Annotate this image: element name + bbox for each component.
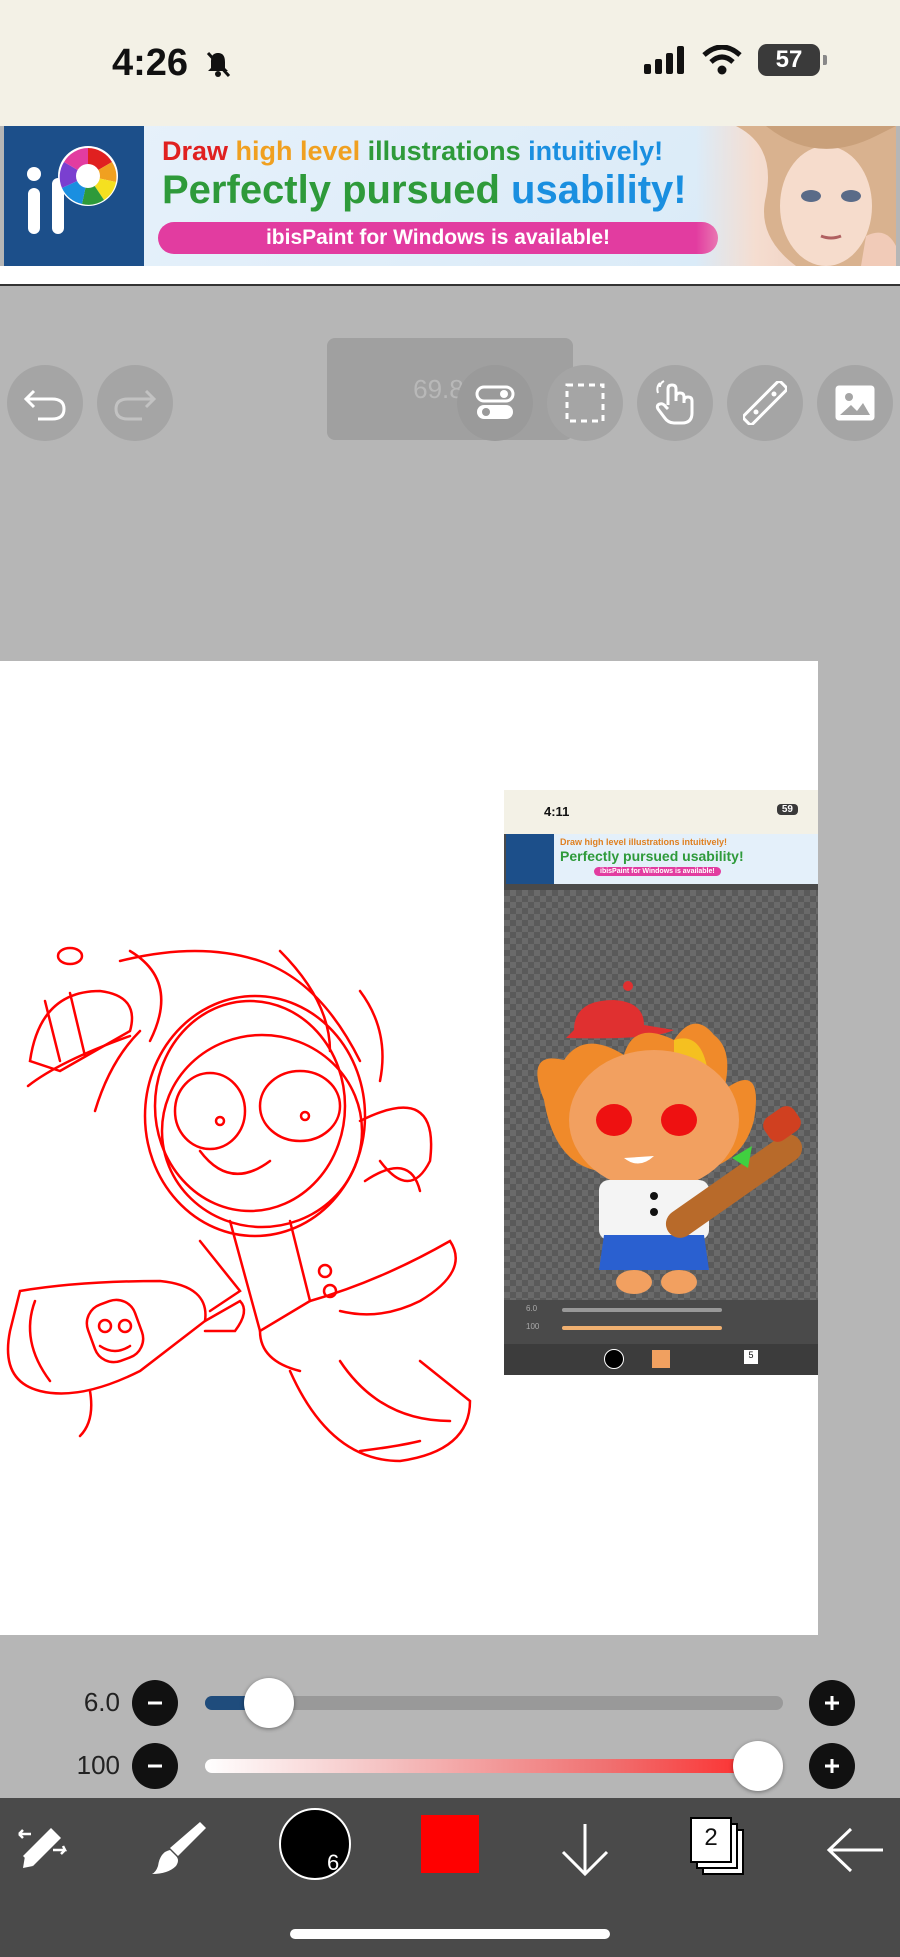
ibispaint-logo-icon — [27, 146, 118, 234]
image-button[interactable] — [817, 365, 893, 441]
ref-status-bar: 4:11 59 — [504, 790, 818, 834]
wifi-icon — [702, 45, 742, 75]
brush-size-increase-button[interactable] — [809, 1680, 855, 1726]
brush-size-knob[interactable] — [243, 1678, 294, 1728]
zoom-indicator: 69.8% — [327, 338, 573, 440]
hand-icon — [655, 380, 694, 425]
opacity-increase-button[interactable] — [809, 1743, 855, 1789]
redo-icon — [114, 389, 157, 421]
reference-image[interactable]: 4:11 59 Draw high level illustrations in… — [504, 790, 818, 1375]
ref-color-swatch — [652, 1350, 670, 1368]
brush-size-value: 6.0 — [83, 1687, 120, 1717]
ref-slider1-track — [562, 1308, 722, 1312]
banner-divider — [0, 284, 900, 286]
opacity-knob[interactable] — [733, 1741, 783, 1791]
transform-icon[interactable] — [13, 1816, 75, 1878]
silent-bell-icon — [206, 51, 230, 78]
ref-ad-line3: ibisPaint for Windows is available! — [594, 867, 721, 876]
image-icon — [835, 385, 875, 421]
plus-icon — [825, 1696, 839, 1710]
ref-layer-count: 5 — [744, 1350, 758, 1364]
layer-count: 2 — [704, 1824, 718, 1851]
toggle-button[interactable] — [457, 365, 533, 441]
brush-icon[interactable] — [148, 1816, 210, 1878]
time-label: 4:26 — [112, 42, 189, 84]
ad-cta[interactable]: ibisPaint for Windows is available! — [158, 222, 718, 254]
down-arrow-icon[interactable] — [557, 1820, 613, 1880]
ref-battery: 59 — [776, 804, 798, 815]
ref-ad-logo — [506, 834, 554, 884]
brush-size-decrease-button[interactable] — [132, 1680, 178, 1726]
minus-icon — [148, 1701, 162, 1705]
ref-ad-line1: Draw high level illustrations intuitivel… — [560, 837, 728, 847]
status-time: 4:26 — [112, 42, 233, 85]
ad-headline: Draw high level illustrations intuitivel… — [162, 136, 663, 167]
battery-icon: 57 — [758, 44, 827, 76]
home-indicator — [290, 1929, 610, 1939]
ref-slider2-value: 100 — [526, 1322, 540, 1331]
signal-icon — [644, 46, 684, 74]
battery-level: 57 — [775, 46, 803, 73]
plus-icon — [825, 1759, 839, 1773]
opacity-slider[interactable] — [205, 1759, 783, 1773]
ad-word: Perfectly pursued — [162, 168, 500, 212]
color-circle-button[interactable] — [279, 1808, 351, 1880]
ad-character-art — [736, 126, 896, 266]
toggle-icon — [475, 385, 515, 419]
opacity-value: 100 — [76, 1750, 120, 1780]
red-sketch-drawing — [6, 946, 472, 1463]
undo-icon — [23, 389, 66, 421]
ref-ad-banner: Draw high level illustrations intuitivel… — [506, 834, 818, 884]
ad-illustration — [696, 126, 896, 266]
selection-icon — [565, 383, 605, 423]
opacity-decrease-button[interactable] — [132, 1743, 178, 1789]
ref-slider1-value: 6.0 — [526, 1304, 538, 1313]
ad-word: Draw — [162, 136, 229, 166]
redo-button[interactable] — [97, 365, 173, 441]
ad-word: usability! — [511, 168, 687, 212]
ad-word: illustrations — [367, 136, 521, 166]
gesture-button[interactable] — [637, 365, 713, 441]
back-arrow-icon[interactable] — [825, 1825, 885, 1875]
ruler-button[interactable] — [727, 365, 803, 441]
undo-button[interactable] — [7, 365, 83, 441]
ad-subheadline: Perfectly pursued usability! — [162, 168, 687, 213]
ref-bottom-bar: 5 — [504, 1344, 818, 1375]
ref-slider2-track — [562, 1326, 722, 1330]
selection-button[interactable] — [547, 365, 623, 441]
banner-bottom-strip — [0, 266, 900, 284]
ad-word: intuitively! — [528, 136, 664, 166]
brush-sliders: 6.0 100 — [0, 1660, 900, 1800]
color-swatch-button[interactable] — [421, 1815, 479, 1873]
brush-size-badge-label: 6 — [327, 1850, 340, 1875]
ibispaint-logo — [4, 126, 144, 266]
ref-sliders: 6.0 100 — [504, 1300, 818, 1344]
ref-ad-line2: Perfectly pursued usability! — [560, 848, 744, 864]
ref-canvas — [504, 890, 818, 1300]
ref-character-art — [537, 981, 803, 1294]
ref-color-circle — [604, 1349, 624, 1369]
status-icons: 57 — [644, 44, 827, 76]
ref-time: 4:11 — [544, 804, 570, 819]
drawing-canvas[interactable]: 4:11 59 Draw high level illustrations in… — [0, 661, 818, 1635]
ruler-icon — [743, 381, 787, 425]
minus-icon — [148, 1764, 162, 1768]
status-bar: 4:26 57 — [0, 0, 900, 126]
ad-banner[interactable]: Draw high level illustrations intuitivel… — [4, 126, 896, 266]
ad-word: high level — [235, 136, 361, 166]
